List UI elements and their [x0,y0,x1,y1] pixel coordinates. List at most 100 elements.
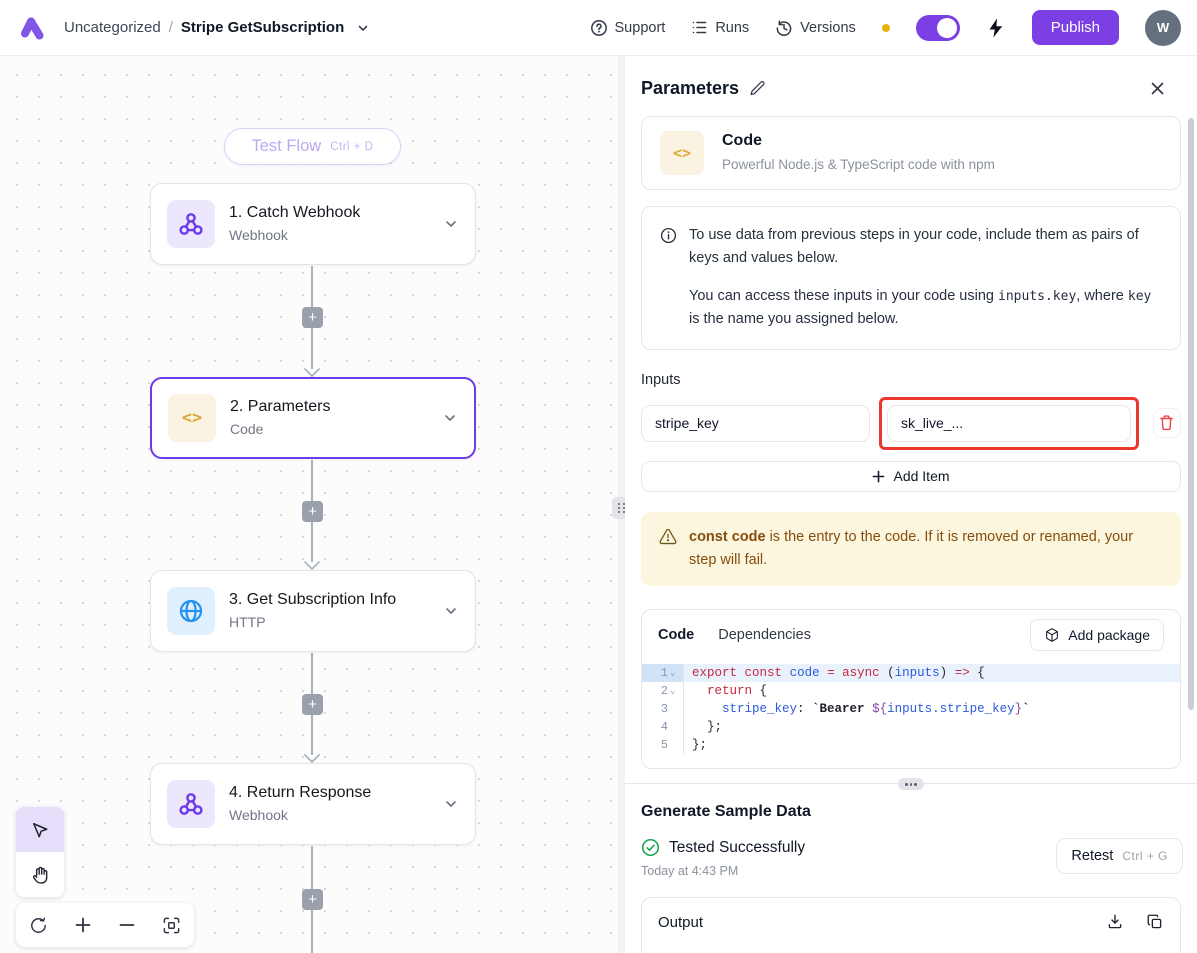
add-step-button[interactable]: + [302,307,323,328]
inputs-section-label: Inputs [641,372,1181,388]
canvas-zoom-toolbar [16,903,194,947]
fit-view-button[interactable] [153,906,191,944]
add-step-button[interactable]: + [302,694,323,715]
app-logo-icon[interactable] [16,11,50,45]
code-line[interactable]: return { [684,682,1180,700]
piece-description: Powerful Node.js & TypeScript code with … [722,157,995,172]
breadcrumb-category[interactable]: Uncategorized [64,19,161,36]
generate-sample-data-title: Generate Sample Data [641,803,1181,821]
reset-view-button[interactable] [19,906,57,944]
minus-icon [118,916,136,934]
pan-tool-button[interactable] [16,852,64,897]
piece-info-card: <> Code Powerful Node.js & TypeScript co… [641,116,1181,190]
copy-output-button[interactable] [1146,913,1164,931]
panel-title: Parameters [641,78,739,99]
note-paragraph-2: You can access these inputs in your code… [689,285,1162,332]
history-icon [775,19,793,37]
tab-dependencies[interactable]: Dependencies [718,627,811,643]
delete-input-button[interactable] [1153,408,1181,438]
package-icon [1044,627,1060,643]
close-panel-button[interactable] [1150,81,1165,96]
refresh-icon [29,916,48,935]
arrow-head-icon [304,368,320,377]
success-check-icon [641,838,660,857]
webhook-icon [167,780,215,828]
add-step-button[interactable]: + [302,889,323,910]
flow-enabled-toggle[interactable] [916,15,960,41]
code-editor[interactable]: 1⌄2⌄345 export const code = async (input… [642,658,1180,768]
code-line[interactable]: }; [684,718,1180,736]
breadcrumb: Uncategorized / Stripe GetSubscription [64,19,370,36]
panel-resize-divider[interactable] [618,56,625,953]
support-button[interactable]: Support [590,19,666,37]
step-subtitle: Webhook [229,227,288,243]
download-output-button[interactable] [1106,913,1124,931]
instant-run-icon[interactable] [986,17,1006,39]
add-item-label: Add Item [893,468,949,484]
warning-icon [659,526,677,572]
tab-code[interactable]: Code [658,627,694,643]
step-card-get-subscription[interactable]: 3. Get Subscription Info HTTP [150,570,476,652]
runs-button[interactable]: Runs [691,19,749,36]
globe-icon [167,587,215,635]
versions-label: Versions [800,20,856,36]
zoom-in-button[interactable] [64,906,102,944]
select-tool-button[interactable] [16,807,64,852]
fit-screen-icon [162,916,181,935]
note-paragraph-1: To use data from previous steps in your … [689,224,1162,271]
add-step-button[interactable]: + [302,501,323,522]
runs-label: Runs [715,20,749,36]
flow-canvas[interactable]: Test Flow Ctrl + D 1. Catch Webhook Webh… [0,56,618,953]
code-line[interactable]: }; [684,736,1180,754]
step-subtitle: Code [230,421,263,437]
test-flow-label: Test Flow [252,137,322,156]
step-title: 2. Parameters [230,398,428,416]
code-icon: <> [168,394,216,442]
input-key-field[interactable] [641,405,870,442]
step-title: 1. Catch Webhook [229,204,429,222]
code-line[interactable]: stripe_key: `Bearer ${inputs.stripe_key}… [684,700,1180,718]
top-header: Uncategorized / Stripe GetSubscription S… [0,0,1197,56]
hand-icon [30,865,50,885]
trash-icon [1158,414,1175,432]
chevron-down-icon[interactable] [442,410,458,426]
info-icon [660,224,677,332]
output-title: Output [658,914,703,931]
canvas-tool-stack [16,807,64,897]
chevron-down-icon[interactable] [443,216,459,232]
runs-list-icon [691,19,708,36]
test-flow-button[interactable]: Test Flow Ctrl + D [224,128,401,165]
input-value-field[interactable] [887,405,1131,442]
editor-lines[interactable]: export const code = async (inputs) => { … [684,664,1180,754]
step-card-return-response[interactable]: 4. Return Response Webhook [150,763,476,845]
code-line[interactable]: export const code = async (inputs) => { [684,664,1180,682]
section-resize-grip[interactable] [898,778,924,790]
webhook-icon [167,200,215,248]
publish-button[interactable]: Publish [1032,10,1119,45]
panel-scrollbar[interactable] [1188,118,1194,710]
warning-bold: const code [689,529,766,545]
chevron-down-icon[interactable] [443,796,459,812]
retest-button[interactable]: Retest Ctrl + G [1056,838,1183,874]
zoom-out-button[interactable] [108,906,146,944]
user-avatar[interactable]: W [1145,10,1181,46]
draft-status-dot [882,24,890,32]
code-icon: <> [660,131,704,175]
versions-button[interactable]: Versions [775,19,856,37]
inputs-help-note: To use data from previous steps in your … [641,206,1181,350]
sample-section-divider [625,783,1197,784]
add-package-button[interactable]: Add package [1030,619,1164,651]
step-card-catch-webhook[interactable]: 1. Catch Webhook Webhook [150,183,476,265]
chevron-down-icon[interactable] [443,603,459,619]
step-card-parameters[interactable]: <> 2. Parameters Code [150,377,476,459]
inline-code: inputs.key [998,289,1076,304]
copy-icon [1146,913,1164,931]
add-item-button[interactable]: Add Item [641,461,1181,492]
step-subtitle: HTTP [229,614,266,630]
flow-menu-chevron-icon[interactable] [356,21,370,35]
inline-code: key [1128,289,1151,304]
breadcrumb-flow-name[interactable]: Stripe GetSubscription [181,19,344,36]
mouse-pointer-icon [30,820,50,840]
code-editor-card: Code Dependencies Add package 1⌄2⌄345 ex… [641,609,1181,769]
edit-name-icon[interactable] [749,80,766,97]
